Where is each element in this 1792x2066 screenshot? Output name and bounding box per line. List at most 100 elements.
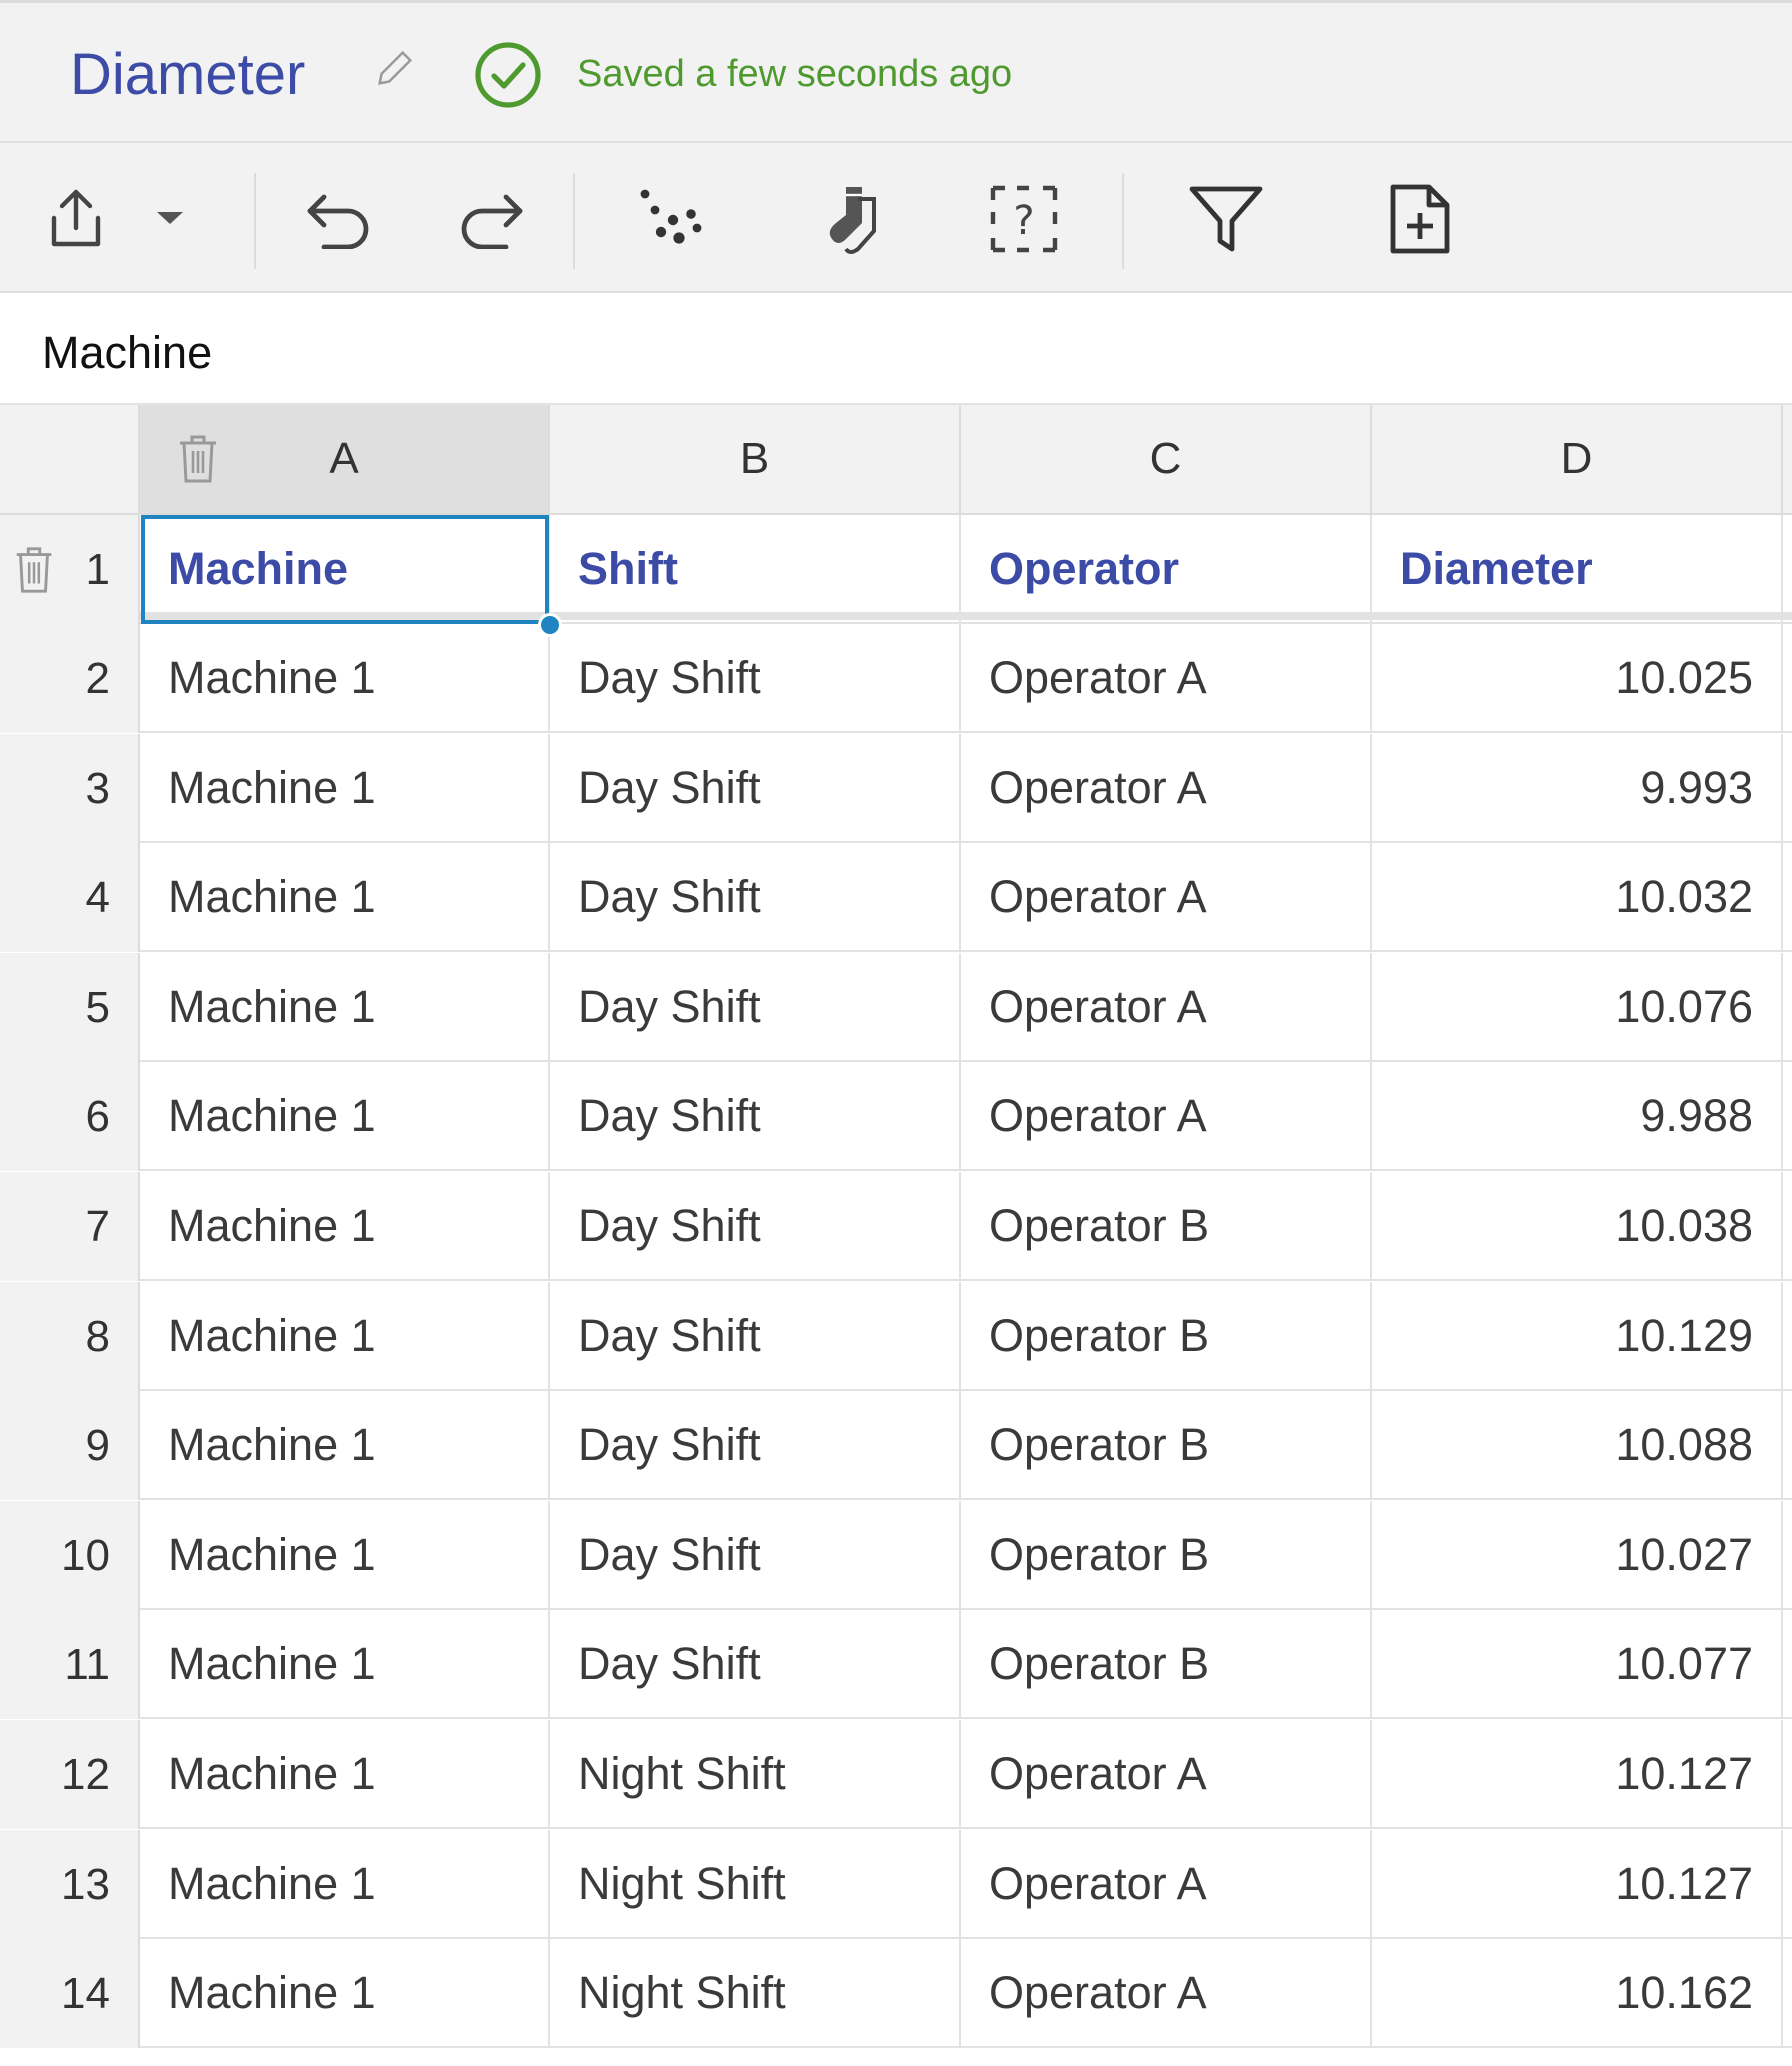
- overflow-cell[interactable]: [1783, 734, 1792, 843]
- cell-shift[interactable]: Day Shift: [550, 843, 961, 952]
- overflow-cell[interactable]: [1783, 1939, 1792, 2048]
- column-header-c[interactable]: C: [961, 405, 1372, 515]
- cell-machine[interactable]: Machine 1: [140, 1720, 550, 1829]
- redo-icon[interactable]: [450, 183, 530, 255]
- column-header-e[interactable]: [1783, 405, 1792, 515]
- cell-machine[interactable]: Machine 1: [140, 1391, 550, 1500]
- cell-operator[interactable]: Operator A: [961, 1720, 1372, 1829]
- cell-shift[interactable]: Night Shift: [550, 1720, 961, 1829]
- cell-shift[interactable]: Day Shift: [550, 953, 961, 1062]
- cell-operator[interactable]: Operator B: [961, 1172, 1372, 1281]
- row-header[interactable]: 13: [0, 1830, 140, 1939]
- filter-icon[interactable]: [1186, 179, 1266, 259]
- document-title[interactable]: Diameter: [70, 41, 305, 108]
- cell-operator[interactable]: Operator A: [961, 624, 1372, 733]
- cell-diameter[interactable]: 10.162: [1372, 1939, 1783, 2048]
- pencil-icon[interactable]: [372, 45, 418, 91]
- add-document-icon[interactable]: [1380, 179, 1460, 259]
- delete-column-trash-icon[interactable]: [176, 433, 220, 485]
- row-header[interactable]: 8: [0, 1282, 140, 1391]
- cell-operator[interactable]: Operator A: [961, 843, 1372, 952]
- overflow-cell[interactable]: [1783, 1610, 1792, 1719]
- cell-diameter[interactable]: 10.038: [1372, 1172, 1783, 1281]
- cell-shift[interactable]: Day Shift: [550, 734, 961, 843]
- cell-machine[interactable]: Machine 1: [140, 1939, 550, 2048]
- export-dropdown-arrow-icon[interactable]: [150, 203, 190, 233]
- cell-shift[interactable]: Day Shift: [550, 1282, 961, 1391]
- row-header[interactable]: 1: [0, 515, 140, 624]
- row-header[interactable]: 10: [0, 1501, 140, 1610]
- cell-operator[interactable]: Operator B: [961, 1501, 1372, 1610]
- column-header-d[interactable]: D: [1372, 405, 1783, 515]
- overflow-cell[interactable]: [1783, 1720, 1792, 1829]
- overflow-cell[interactable]: [1783, 515, 1792, 624]
- formula-bar[interactable]: Machine: [0, 293, 1792, 405]
- help-bracket-icon[interactable]: ?: [984, 181, 1064, 257]
- row-header[interactable]: 9: [0, 1391, 140, 1500]
- cell-machine[interactable]: Machine 1: [140, 1062, 550, 1171]
- header-cell-diameter[interactable]: Diameter: [1372, 515, 1783, 624]
- cell-shift[interactable]: Day Shift: [550, 1610, 961, 1719]
- row-header[interactable]: 7: [0, 1172, 140, 1281]
- cell-shift[interactable]: Day Shift: [550, 624, 961, 733]
- undo-icon[interactable]: [300, 183, 380, 255]
- row-header[interactable]: 2: [0, 624, 140, 733]
- cell-operator[interactable]: Operator A: [961, 734, 1372, 843]
- socks-icon[interactable]: [810, 179, 890, 259]
- cell-machine[interactable]: Machine 1: [140, 734, 550, 843]
- cell-diameter[interactable]: 9.988: [1372, 1062, 1783, 1171]
- overflow-cell[interactable]: [1783, 843, 1792, 952]
- cell-diameter[interactable]: 10.127: [1372, 1830, 1783, 1939]
- cell-diameter[interactable]: 10.027: [1372, 1501, 1783, 1610]
- cell-machine[interactable]: Machine 1: [140, 1610, 550, 1719]
- cell-machine[interactable]: Machine 1: [140, 953, 550, 1062]
- row-header[interactable]: 6: [0, 1062, 140, 1171]
- cell-operator[interactable]: Operator A: [961, 1830, 1372, 1939]
- overflow-cell[interactable]: [1783, 1172, 1792, 1281]
- cell-operator[interactable]: Operator A: [961, 953, 1372, 1062]
- cell-diameter[interactable]: 10.025: [1372, 624, 1783, 733]
- cell-shift[interactable]: Night Shift: [550, 1939, 961, 2048]
- cell-operator[interactable]: Operator B: [961, 1610, 1372, 1719]
- row-header[interactable]: 5: [0, 953, 140, 1062]
- header-cell-operator[interactable]: Operator: [961, 515, 1372, 624]
- row-header[interactable]: 14: [0, 1939, 140, 2048]
- header-cell-shift[interactable]: Shift: [550, 515, 961, 624]
- cell-operator[interactable]: Operator B: [961, 1391, 1372, 1500]
- overflow-cell[interactable]: [1783, 1830, 1792, 1939]
- row-header[interactable]: 3: [0, 734, 140, 843]
- cell-shift[interactable]: Day Shift: [550, 1172, 961, 1281]
- cell-diameter[interactable]: 10.032: [1372, 843, 1783, 952]
- overflow-cell[interactable]: [1783, 953, 1792, 1062]
- cell-machine[interactable]: Machine 1: [140, 1501, 550, 1610]
- delete-row-trash-icon[interactable]: [12, 545, 56, 595]
- column-header-a[interactable]: A: [140, 405, 550, 515]
- cell-diameter[interactable]: 9.993: [1372, 734, 1783, 843]
- overflow-cell[interactable]: [1783, 1282, 1792, 1391]
- cell-shift[interactable]: Day Shift: [550, 1391, 961, 1500]
- cell-diameter[interactable]: 10.077: [1372, 1610, 1783, 1719]
- cell-diameter[interactable]: 10.088: [1372, 1391, 1783, 1500]
- overflow-cell[interactable]: [1783, 624, 1792, 733]
- cell-shift[interactable]: Day Shift: [550, 1062, 961, 1171]
- cell-machine[interactable]: Machine 1: [140, 1282, 550, 1391]
- cell-operator[interactable]: Operator A: [961, 1062, 1372, 1171]
- grid-corner[interactable]: [0, 405, 140, 515]
- cell-machine[interactable]: Machine 1: [140, 1172, 550, 1281]
- cell-diameter[interactable]: 10.129: [1372, 1282, 1783, 1391]
- header-cell-machine[interactable]: Machine: [140, 515, 550, 624]
- cell-machine[interactable]: Machine 1: [140, 624, 550, 733]
- column-header-b[interactable]: B: [550, 405, 961, 515]
- cell-diameter[interactable]: 10.076: [1372, 953, 1783, 1062]
- cell-shift[interactable]: Night Shift: [550, 1830, 961, 1939]
- cell-operator[interactable]: Operator A: [961, 1939, 1372, 2048]
- fill-handle[interactable]: [538, 613, 562, 637]
- overflow-cell[interactable]: [1783, 1501, 1792, 1610]
- row-header[interactable]: 11: [0, 1610, 140, 1719]
- row-header[interactable]: 4: [0, 843, 140, 952]
- cell-machine[interactable]: Machine 1: [140, 843, 550, 952]
- scatter-dots-icon[interactable]: [630, 181, 710, 257]
- row-header[interactable]: 12: [0, 1720, 140, 1829]
- export-icon[interactable]: [40, 183, 112, 255]
- cell-diameter[interactable]: 10.127: [1372, 1720, 1783, 1829]
